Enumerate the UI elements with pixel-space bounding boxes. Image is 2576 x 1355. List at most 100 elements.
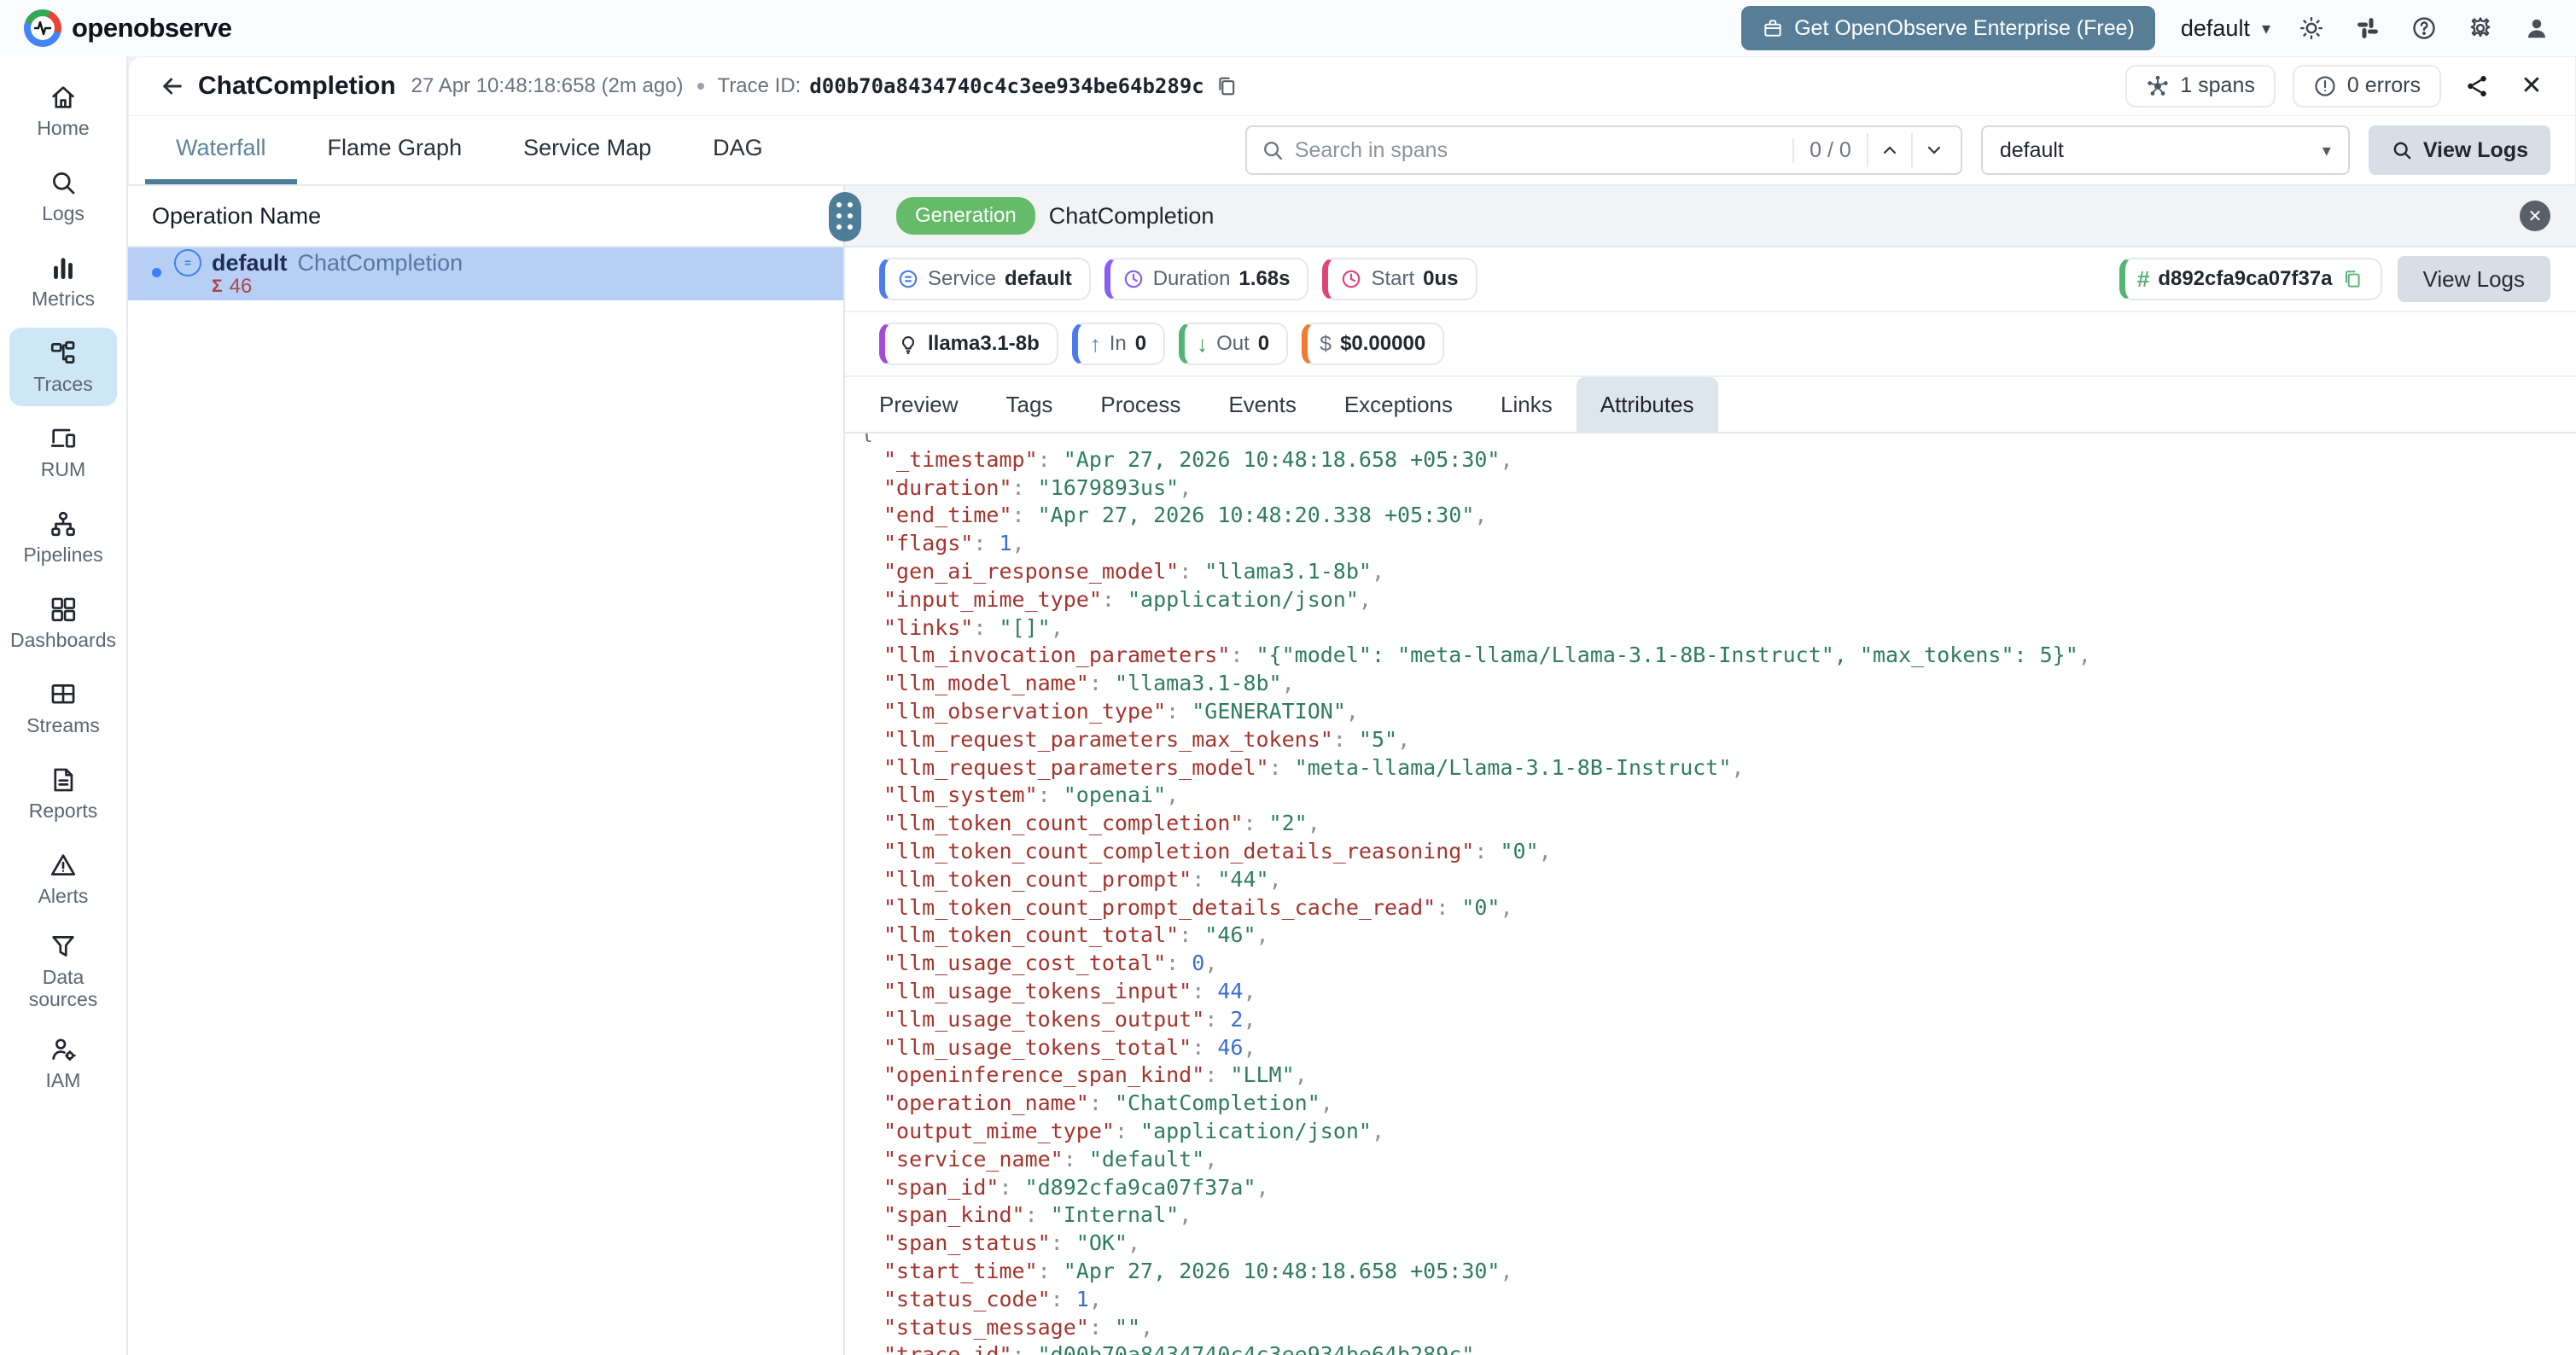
tokens-out-label: Out — [1216, 332, 1250, 356]
span-id-actions: # d892cfa9ca07f37a View Logs — [2119, 256, 2550, 302]
tab-service-map[interactable]: Service Map — [492, 116, 682, 184]
model-chip-value: llama3.1-8b — [928, 332, 1040, 356]
bar-chart-icon — [49, 253, 78, 282]
tab-preview[interactable]: Preview — [855, 377, 982, 432]
stream-selector-value: default — [2000, 138, 2064, 163]
json-attribute-line: "llm_usage_cost_total": 0, — [860, 950, 2559, 978]
sidebar-item-alerts[interactable]: Alerts — [9, 840, 117, 918]
tab-events[interactable]: Events — [1204, 377, 1320, 432]
tab-waterfall[interactable]: Waterfall — [145, 116, 297, 184]
error-circle-icon — [2313, 74, 2337, 98]
clock-icon — [1340, 268, 1362, 290]
chevron-down-icon: ▾ — [2262, 18, 2270, 39]
search-in-spans-input[interactable] — [1295, 138, 1792, 163]
sidebar-item-rum[interactable]: RUM — [9, 413, 117, 491]
json-attribute-line: "span_id": "d892cfa9ca07f37a", — [860, 1174, 2559, 1202]
tab-tags[interactable]: Tags — [982, 377, 1076, 432]
sidebar-item-streams[interactable]: Streams — [9, 669, 117, 747]
view-logs-button[interactable]: View Logs — [2369, 125, 2550, 175]
span-meta-row-2: llama3.1-8b ↑ In 0 ↓ Out 0 $ $0.00000 — [845, 312, 2576, 377]
errors-count-badge[interactable]: 0 errors — [2293, 65, 2441, 108]
share-icon[interactable] — [2458, 67, 2496, 105]
sidebar-item-traces[interactable]: Traces — [9, 328, 117, 406]
span-search-box: 0 / 0 — [1245, 125, 1962, 175]
trace-toolbar: Waterfall Flame Graph Service Map DAG 0 … — [128, 116, 2576, 186]
json-attribute-line: "gen_ai_response_model": "llama3.1-8b", — [860, 558, 2559, 586]
trace-id-label: Trace ID: — [718, 74, 801, 98]
toolbar-controls: 0 / 0 default ▾ View Logs — [1245, 125, 2550, 175]
help-icon[interactable] — [2409, 13, 2439, 44]
tab-process[interactable]: Process — [1076, 377, 1204, 432]
theme-toggle-icon[interactable] — [2296, 13, 2327, 44]
json-attribute-line: "trace_id": "d00b70a8434740c4c3ee934be64… — [860, 1341, 2559, 1355]
home-icon — [49, 83, 78, 112]
back-button[interactable] — [154, 67, 191, 105]
span-row[interactable]: default ChatCompletion Σ 46 — [128, 247, 843, 300]
slack-icon[interactable] — [2352, 13, 2383, 44]
span-details-header: Generation ChatCompletion ✕ — [845, 186, 2576, 247]
prev-match-chevron-up-icon[interactable] — [1867, 133, 1911, 167]
json-attribute-line: "links": "[]", — [860, 614, 2559, 643]
panel-resize-handle[interactable] — [829, 192, 861, 241]
funnel-icon — [49, 932, 78, 961]
search-icon — [2391, 139, 2413, 161]
json-attribute-line: "llm_token_count_prompt": "44", — [860, 866, 2559, 894]
sidebar-item-reports[interactable]: Reports — [9, 754, 117, 833]
trace-content: Operation Name default ChatCompletion Σ … — [128, 186, 2576, 1355]
service-icon — [174, 249, 201, 276]
enterprise-icon — [1762, 17, 1784, 39]
attributes-json-lines: "_timestamp": "Apr 27, 2026 10:48:18.658… — [860, 446, 2559, 1355]
json-attribute-line: "flags": 1, — [860, 530, 2559, 558]
devices-icon — [49, 424, 78, 453]
tokens-out-value: 0 — [1258, 332, 1269, 356]
json-attribute-line: "input_mime_type": "application/json", — [860, 586, 2559, 614]
tokens-in-value: 0 — [1135, 332, 1146, 356]
sidebar-item-logs[interactable]: Logs — [9, 157, 117, 236]
sidebar-item-metrics[interactable]: Metrics — [9, 242, 117, 321]
copy-trace-id-icon[interactable] — [1215, 74, 1238, 98]
trace-id-value: d00b70a8434740c4c3ee934be64b289c — [809, 74, 1203, 98]
org-selector[interactable]: default ▾ — [2181, 15, 2270, 42]
tokens-out-chip: ↓ Out 0 — [1179, 323, 1288, 365]
tab-attributes[interactable]: Attributes — [1576, 377, 1718, 432]
json-attribute-line: "_timestamp": "Apr 27, 2026 10:48:18.658… — [860, 446, 2559, 474]
duration-chip-label: Duration — [1153, 267, 1231, 291]
tab-exceptions[interactable]: Exceptions — [1320, 377, 1477, 432]
stream-selector[interactable]: default ▾ — [1981, 125, 2350, 175]
start-chip: Start 0us — [1322, 258, 1477, 300]
sidebar-item-data-sources[interactable]: Data sources — [9, 925, 117, 1017]
sidebar-item-home[interactable]: Home — [9, 72, 117, 150]
json-attribute-line: "llm_token_count_completion_details_reas… — [860, 838, 2559, 866]
tab-links[interactable]: Links — [1477, 377, 1576, 432]
tab-dag[interactable]: DAG — [682, 116, 794, 184]
close-trace-icon[interactable]: ✕ — [2513, 67, 2550, 105]
json-attribute-line: "llm_usage_tokens_output": 2, — [860, 1006, 2559, 1034]
tab-flame-graph[interactable]: Flame Graph — [297, 116, 493, 184]
span-kind-badge: Generation — [896, 197, 1035, 235]
sidebar-item-pipelines[interactable]: Pipelines — [9, 498, 117, 577]
sidebar-item-iam[interactable]: IAM — [9, 1024, 117, 1102]
sidebar-item-dashboards[interactable]: Dashboards — [9, 584, 117, 662]
pipeline-tree-icon — [49, 509, 78, 538]
start-chip-label: Start — [1371, 267, 1414, 291]
profile-icon[interactable] — [2521, 13, 2552, 44]
json-attribute-line: "llm_request_parameters_model": "meta-ll… — [860, 754, 2559, 782]
span-details-panel: Generation ChatCompletion ✕ Service defa… — [845, 186, 2576, 1355]
search-icon — [1261, 138, 1285, 162]
close-details-icon[interactable]: ✕ — [2520, 201, 2550, 231]
span-view-logs-button[interactable]: View Logs — [2398, 256, 2551, 302]
copy-span-id-icon[interactable] — [2341, 268, 2363, 290]
clock-icon — [1122, 268, 1145, 290]
main-panel: ChatCompletion 27 Apr 10:48:18:658 (2m a… — [128, 56, 2576, 1355]
arrow-up-icon: ↑ — [1090, 331, 1101, 358]
spans-count-badge[interactable]: 1 spans — [2125, 65, 2276, 108]
json-attribute-line: "span_kind": "Internal", — [860, 1201, 2559, 1230]
spans-hub-icon — [2146, 74, 2170, 98]
next-match-chevron-down-icon[interactable] — [1911, 133, 1955, 167]
settings-gear-icon[interactable] — [2465, 13, 2496, 44]
json-open-brace: { — [860, 433, 2559, 446]
service-icon — [897, 268, 919, 290]
attributes-json[interactable]: { "_timestamp": "Apr 27, 2026 10:48:18.6… — [845, 433, 2576, 1355]
trace-timestamp: 27 Apr 10:48:18:658 (2m ago) — [411, 74, 684, 98]
get-enterprise-button[interactable]: Get OpenObserve Enterprise (Free) — [1741, 6, 2155, 50]
